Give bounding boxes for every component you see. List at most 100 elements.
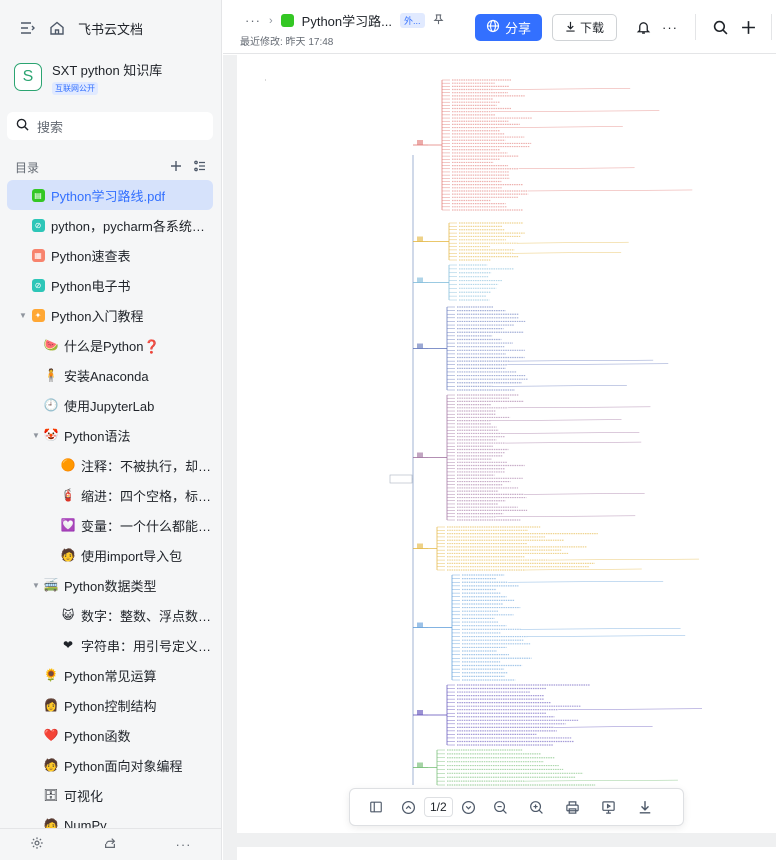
mind-map-mark <box>524 493 645 495</box>
mind-map-mark <box>417 452 423 458</box>
tree-item-label: 什么是Python❓ <box>64 338 160 354</box>
download-label: 下载 <box>579 21 604 35</box>
emoji-icon: 🗄 <box>43 788 59 802</box>
external-tag[interactable]: 外... <box>399 13 425 28</box>
tree-item-label: Python常见运算 <box>64 668 157 684</box>
knowledge-base-header[interactable]: S SXT python 知识库 互联网公开 <box>0 56 221 98</box>
tree-item[interactable]: ⊘ python，pycharm各系统下载... <box>7 210 213 240</box>
globe-icon <box>486 19 500 36</box>
mind-map-mark <box>417 762 423 768</box>
tree-item-label: Python入门教程 <box>51 308 144 324</box>
mind-map-mark <box>507 363 669 365</box>
pdf-viewer[interactable]: 1/2 <box>223 55 776 860</box>
home-icon[interactable] <box>48 19 66 37</box>
tree-item[interactable]: 🧑 使用import导入包 <box>7 540 213 570</box>
emoji-icon: 😺 <box>61 608 75 622</box>
pdf-download-icon[interactable] <box>627 793 663 821</box>
mind-map-mark <box>548 558 700 561</box>
mind-map-mark <box>558 708 703 710</box>
create-icon[interactable] <box>739 18 757 36</box>
expand-caret-icon[interactable]: ▼ <box>29 431 43 440</box>
tree-item[interactable]: 🧑 Python面向对象编程 <box>7 750 213 780</box>
share-label: 分享 <box>504 21 531 36</box>
page-indicator[interactable]: 1/2 <box>424 797 453 817</box>
tree-item[interactable]: ▦ Python速查表 <box>7 240 213 270</box>
link-icon: ⊘ <box>31 278 45 292</box>
mind-map-mark <box>417 140 423 145</box>
tree-item-label: Python面向对象编程 <box>64 758 183 774</box>
settings-icon[interactable] <box>30 836 44 853</box>
zoom-out-icon[interactable] <box>483 793 519 821</box>
header-divider <box>695 14 696 40</box>
mind-map-mark <box>518 167 635 170</box>
mind-map-mark <box>524 779 678 782</box>
prev-page-icon[interactable] <box>394 793 422 821</box>
tree-item[interactable]: ⊘ Python电子书 <box>7 270 213 300</box>
next-page-icon[interactable] <box>455 793 483 821</box>
mind-map-mark <box>491 110 660 112</box>
doc-title[interactable]: Python学习路... <box>302 11 392 30</box>
tree-item[interactable]: ▼ 🚎 Python数据类型 <box>7 570 213 600</box>
share-button[interactable]: 分享 <box>475 14 542 41</box>
share-out-icon[interactable] <box>103 836 117 853</box>
sidebar-top: 飞书云文档 <box>0 0 221 56</box>
tree-item[interactable]: ▼ 🤡 Python语法 <box>7 420 213 450</box>
tree-item[interactable]: 🗄 可视化 <box>7 780 213 810</box>
emoji-icon: 👩 <box>43 698 59 712</box>
tree-item[interactable]: 🍉 什么是Python❓ <box>7 330 213 360</box>
tree-item-label: Python电子书 <box>51 278 131 294</box>
zoom-in-icon[interactable] <box>519 793 555 821</box>
tree-item[interactable]: ▤ Python学习路线.pdf <box>7 180 213 210</box>
mind-map-mark <box>417 343 423 349</box>
mind-map-mark <box>524 568 642 571</box>
breadcrumb-more-icon[interactable]: ··· <box>245 13 261 28</box>
mind-map-image <box>265 79 703 786</box>
expand-caret-icon[interactable]: ▼ <box>29 581 43 590</box>
tree-item[interactable]: ❤ 字符串：用引号定义的... <box>7 630 213 660</box>
mind-map-mark <box>417 710 423 715</box>
tree-item-label: 可视化 <box>64 788 104 804</box>
tree-item[interactable]: 💟 变量：一个什么都能装... <box>7 510 213 540</box>
header-search-icon[interactable] <box>711 18 729 36</box>
tree-item[interactable]: 🧍 安装Anaconda <box>7 360 213 390</box>
emoji-icon: 🍉 <box>43 338 59 352</box>
tree-item[interactable]: 🕘 使用JupyterLab <box>7 390 213 420</box>
mind-map-mark <box>417 236 423 242</box>
pdf-toolbar: 1/2 <box>349 788 684 826</box>
expand-caret-icon[interactable]: ▼ <box>16 311 30 320</box>
more-icon[interactable]: ··· <box>176 837 192 852</box>
emoji-icon: 🚎 <box>43 578 59 592</box>
mind-map-mark <box>389 474 413 484</box>
mind-map-mark <box>520 628 681 630</box>
tree-item[interactable]: 👩 Python控制结构 <box>7 690 213 720</box>
print-icon[interactable] <box>555 793 591 821</box>
tree-item[interactable]: 🌻 Python常见运算 <box>7 660 213 690</box>
add-icon[interactable] <box>170 160 182 175</box>
emoji-icon: ❤️ <box>43 728 59 742</box>
tree-item[interactable]: 😺 数字：整数、浮点数、... <box>7 600 213 630</box>
download-button[interactable]: 下载 <box>552 14 617 41</box>
tree-item[interactable]: ❤️ Python函数 <box>7 720 213 750</box>
tree-item-label: Python数据类型 <box>64 578 157 594</box>
outline-icon[interactable] <box>358 793 394 821</box>
search-input[interactable]: 搜索 <box>37 117 63 136</box>
list-settings-icon[interactable] <box>194 160 206 175</box>
pin-icon[interactable] <box>433 13 444 28</box>
bell-icon[interactable] <box>634 18 652 36</box>
mind-map-mark <box>495 515 636 518</box>
mind-map-mark <box>505 441 642 444</box>
kb-logo: S <box>14 63 42 91</box>
sheet-icon: ▦ <box>31 248 45 262</box>
presentation-icon[interactable] <box>591 793 627 821</box>
more-options-icon[interactable]: ··· <box>661 18 679 36</box>
emoji-icon: 💟 <box>60 518 76 532</box>
sheet-doc-icon: ▦ <box>30 247 46 263</box>
collapse-sidebar-icon[interactable] <box>18 19 36 37</box>
emoji-icon: 🧍 <box>43 368 59 382</box>
search-box[interactable]: 搜索 <box>7 112 213 140</box>
tree-item[interactable]: ▼ ✦ Python入门教程 <box>7 300 213 330</box>
brand-name[interactable]: 飞书云文档 <box>78 19 143 38</box>
tree-item[interactable]: 🟠 注释：不被执行，却很... <box>7 450 213 480</box>
tree-item[interactable]: 🧯 缩进：四个空格，标识... <box>7 480 213 510</box>
doc-tree: ▤ Python学习路线.pdf ⊘ python，pycharm各系统下载... ▦ P… <box>0 180 221 840</box>
